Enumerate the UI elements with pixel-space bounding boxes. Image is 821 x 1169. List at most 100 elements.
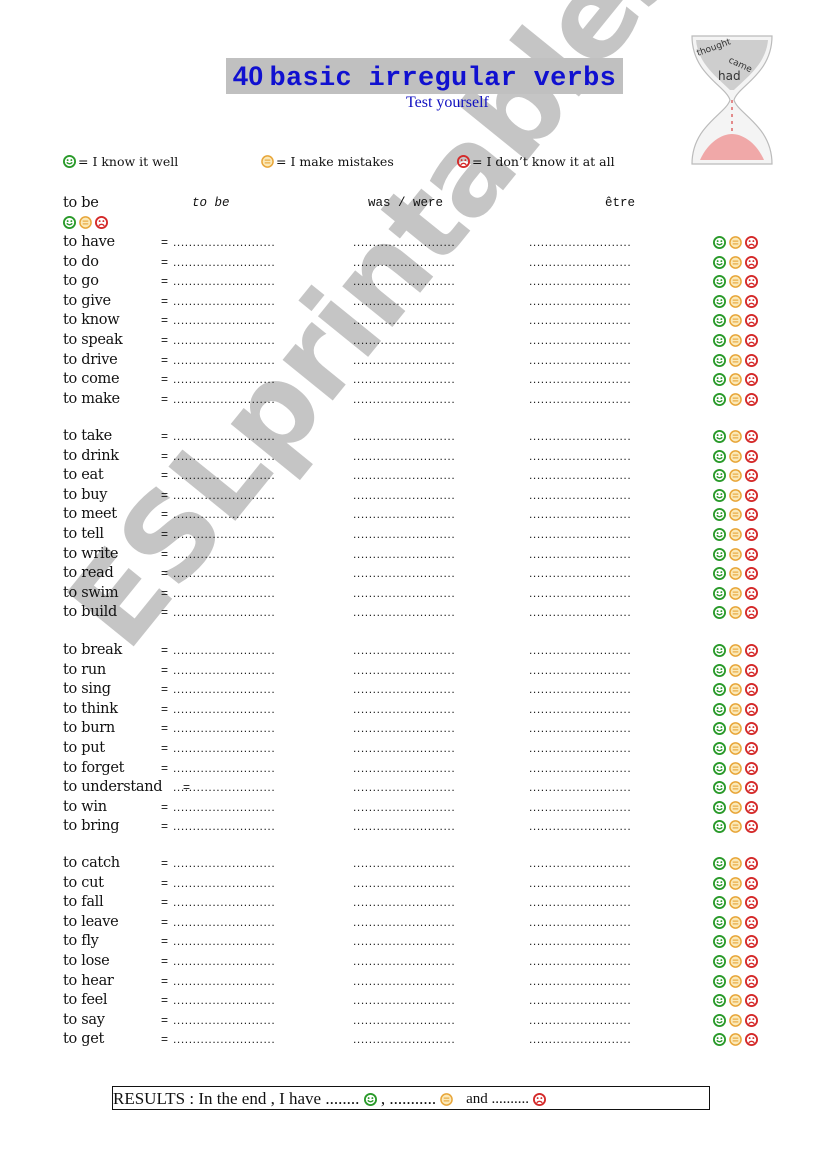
blank-past[interactable]: .......................... (353, 913, 481, 932)
blank-past[interactable]: .......................... (353, 854, 481, 873)
blank-translation[interactable]: .......................... (529, 1030, 657, 1049)
blank-past[interactable]: .......................... (353, 564, 481, 583)
smiley-happy-icon[interactable] (713, 877, 726, 890)
blank-infinitive[interactable]: .......................... (173, 719, 301, 738)
smiley-neutral-icon[interactable] (729, 430, 742, 443)
blank-past[interactable]: .......................... (353, 778, 481, 797)
blank-past[interactable]: .......................... (353, 1030, 481, 1049)
smiley-sad-icon[interactable] (95, 216, 108, 229)
smiley-neutral-icon[interactable] (729, 548, 742, 561)
smiley-happy-icon[interactable] (713, 722, 726, 735)
blank-translation[interactable]: .......................... (529, 486, 657, 505)
smiley-happy-icon[interactable] (713, 373, 726, 386)
smiley-happy-icon[interactable] (713, 567, 726, 580)
blank-infinitive[interactable]: .......................... (173, 545, 301, 564)
blank-past[interactable]: .......................... (353, 447, 481, 466)
blank-infinitive[interactable]: .......................... (173, 759, 301, 778)
blank-past[interactable]: .......................... (353, 331, 481, 350)
blank-infinitive[interactable]: .......................... (173, 854, 301, 873)
blank-infinitive[interactable]: .......................... (173, 874, 301, 893)
smiley-neutral-icon[interactable] (729, 935, 742, 948)
blank-translation[interactable]: .......................... (529, 253, 657, 272)
blank-infinitive[interactable]: .......................... (173, 893, 301, 912)
smiley-sad-icon[interactable] (745, 256, 758, 269)
blank-infinitive[interactable]: .......................... (173, 331, 301, 350)
blank-translation[interactable]: .......................... (529, 893, 657, 912)
smiley-sad-icon[interactable] (745, 393, 758, 406)
blank-translation[interactable]: .......................... (529, 913, 657, 932)
smiley-happy-icon[interactable] (713, 393, 726, 406)
smiley-neutral-icon[interactable] (729, 1033, 742, 1046)
blank-infinitive[interactable]: .......................... (173, 778, 301, 797)
smiley-neutral-icon[interactable] (729, 236, 742, 249)
smiley-neutral-icon[interactable] (729, 801, 742, 814)
smiley-happy-icon[interactable] (713, 683, 726, 696)
blank-past[interactable]: .......................... (353, 253, 481, 272)
blank-translation[interactable]: .......................... (529, 427, 657, 446)
blank-translation[interactable]: .......................... (529, 817, 657, 836)
blank-translation[interactable]: .......................... (529, 739, 657, 758)
smiley-sad-icon[interactable] (745, 877, 758, 890)
smiley-neutral-icon[interactable] (729, 742, 742, 755)
smiley-neutral-icon[interactable] (729, 450, 742, 463)
smiley-happy-icon[interactable] (713, 820, 726, 833)
smiley-neutral-icon[interactable] (729, 314, 742, 327)
smiley-happy-icon[interactable] (713, 508, 726, 521)
blank-infinitive[interactable]: .......................... (173, 311, 301, 330)
smiley-neutral-icon[interactable] (729, 994, 742, 1007)
smiley-happy-icon[interactable] (713, 606, 726, 619)
smiley-sad-icon[interactable] (745, 450, 758, 463)
smiley-happy-icon[interactable] (713, 857, 726, 870)
smiley-neutral-icon[interactable] (729, 508, 742, 521)
smiley-sad-icon[interactable] (745, 644, 758, 657)
blank-infinitive[interactable]: .......................... (173, 466, 301, 485)
smiley-happy-icon[interactable] (713, 334, 726, 347)
blank-translation[interactable]: .......................... (529, 778, 657, 797)
smiley-neutral-icon[interactable] (729, 334, 742, 347)
blank-past[interactable]: .......................... (353, 680, 481, 699)
smiley-sad-icon[interactable] (745, 722, 758, 735)
blank-infinitive[interactable]: .......................... (173, 505, 301, 524)
smiley-neutral-icon[interactable] (729, 644, 742, 657)
smiley-happy-icon[interactable] (63, 216, 76, 229)
smiley-neutral-icon[interactable] (729, 877, 742, 890)
smiley-sad-icon[interactable] (745, 683, 758, 696)
smiley-happy-icon[interactable] (713, 314, 726, 327)
blank-infinitive[interactable]: .......................... (173, 351, 301, 370)
smiley-happy-icon[interactable] (713, 469, 726, 482)
blank-past[interactable]: .......................... (353, 390, 481, 409)
blank-past[interactable]: .......................... (353, 661, 481, 680)
smiley-happy-icon[interactable] (713, 703, 726, 716)
smiley-sad-icon[interactable] (745, 567, 758, 580)
blank-past[interactable]: .......................... (353, 932, 481, 951)
blank-infinitive[interactable]: .......................... (173, 370, 301, 389)
blank-past[interactable]: .......................... (353, 817, 481, 836)
blank-infinitive[interactable]: .......................... (173, 739, 301, 758)
smiley-happy-icon[interactable] (713, 935, 726, 948)
smiley-happy-icon[interactable] (713, 955, 726, 968)
blank-infinitive[interactable]: .......................... (173, 447, 301, 466)
smiley-sad-icon[interactable] (745, 469, 758, 482)
blank-infinitive[interactable]: .......................... (173, 817, 301, 836)
smiley-sad-icon[interactable] (745, 314, 758, 327)
blank-past[interactable]: .......................... (353, 641, 481, 660)
smiley-sad-icon[interactable] (745, 975, 758, 988)
blank-translation[interactable]: .......................... (529, 641, 657, 660)
smiley-sad-icon[interactable] (745, 955, 758, 968)
blank-infinitive[interactable]: .......................... (173, 932, 301, 951)
blank-translation[interactable]: .......................... (529, 952, 657, 971)
blank-past[interactable]: .......................... (353, 486, 481, 505)
smiley-neutral-icon[interactable] (729, 683, 742, 696)
blank-past[interactable]: .......................... (353, 272, 481, 291)
smiley-happy-icon[interactable] (713, 896, 726, 909)
blank-infinitive[interactable]: .......................... (173, 952, 301, 971)
smiley-sad-icon[interactable] (745, 236, 758, 249)
blank-translation[interactable]: .......................... (529, 525, 657, 544)
smiley-happy-icon[interactable] (713, 664, 726, 677)
blank-infinitive[interactable]: .......................... (173, 1011, 301, 1030)
blank-translation[interactable]: .......................... (529, 680, 657, 699)
smiley-happy-icon[interactable] (713, 644, 726, 657)
smiley-happy-icon[interactable] (713, 256, 726, 269)
blank-past[interactable]: .......................... (353, 545, 481, 564)
blank-infinitive[interactable]: .......................... (173, 564, 301, 583)
